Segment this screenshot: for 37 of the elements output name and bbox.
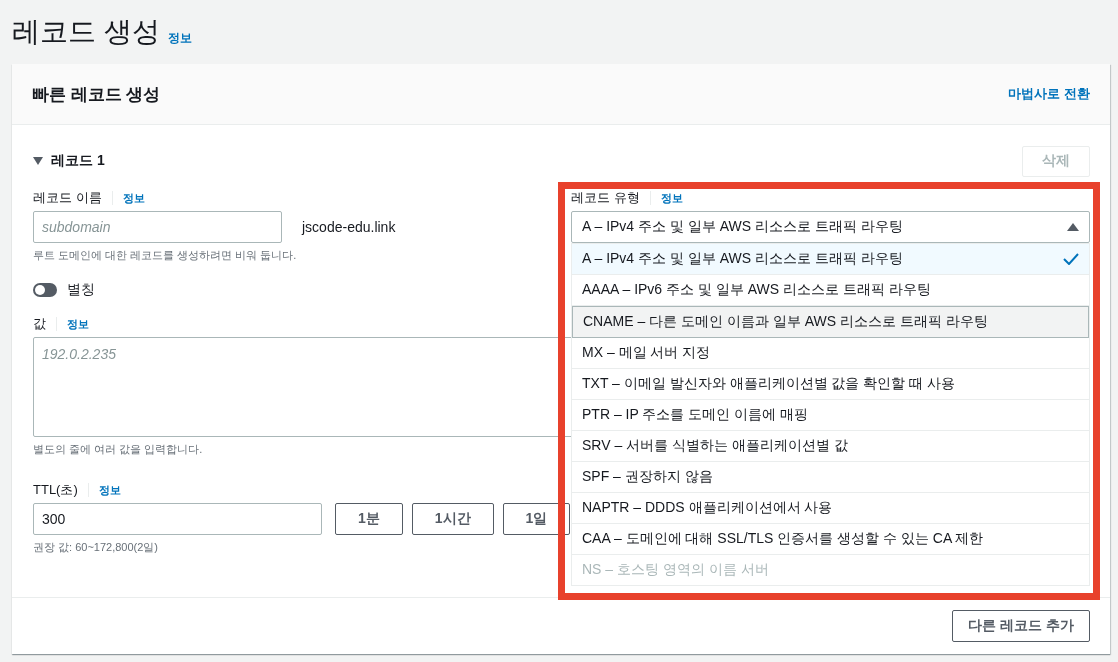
field-hint: 권장 값: 60~172,800(2일) [33,540,159,555]
add-record-button[interactable]: 다른 레코드 추가 [952,610,1090,642]
dropdown-option[interactable]: SPF – 권장하지 않음 [572,462,1089,493]
record-toggle[interactable]: 레코드 1 [33,152,105,170]
dropdown-option[interactable]: MX – 메일 서버 지정 [572,338,1089,369]
dropdown-option[interactable]: SRV – 서버를 식별하는 애플리케이션별 값 [572,431,1089,462]
dropdown-option[interactable]: A – IPv4 주소 및 일부 AWS 리소스로 트래픽 라우팅 [572,244,1089,275]
dropdown-option[interactable]: TXT – 이메일 발신자와 애플리케이션별 값을 확인할 때 사용 [572,369,1089,400]
info-link[interactable]: 정보 [660,190,683,206]
info-link[interactable]: 정보 [98,482,121,498]
dropdown-option[interactable]: CAA – 도메인에 대해 SSL/TLS 인증서를 생성할 수 있는 CA 제한 [572,524,1089,555]
info-link[interactable]: 정보 [67,316,89,332]
ttl-preset-button[interactable]: 1분 [335,503,403,535]
info-link[interactable]: 정보 [167,24,192,52]
record-name-field[interactable]: subdomain [33,211,282,243]
page-title: 레코드 생성 [12,15,160,49]
record-type-dropdown[interactable]: A – IPv4 주소 및 일부 AWS 리소스로 트래픽 라우팅 [571,211,1090,243]
field-label: 레코드 이름 [33,189,102,207]
ttl-field[interactable]: 300 [33,503,322,535]
field-label: 값 [33,315,46,333]
caret-icon [33,157,43,165]
card-title: 빠른 레코드 생성 [32,83,161,106]
field-hint: 별도의 줄에 여러 값을 입력합니다. [33,442,203,457]
check-icon [1063,253,1079,265]
domain-suffix: jscode-edu.link [302,219,396,235]
caret-icon [1067,223,1079,231]
ttl-preset-button[interactable]: 1시간 [411,503,494,535]
dropdown-option[interactable]: PTR – IP 주소를 도메인 이름에 매핑 [572,400,1089,431]
alias-toggle[interactable] [33,283,57,297]
dropdown-option[interactable]: CNAME – 다른 도메인 이름과 일부 AWS 리소스로 트래픽 라우팅 [572,306,1089,338]
field-label: TTL(초) [33,481,78,499]
toggle-label: 별칭 [67,281,95,299]
dropdown-option[interactable]: NAPTR – DDDS 애플리케이션에서 사용 [572,493,1089,524]
wizard-switch-link[interactable]: 마법사로 전환 [1008,85,1090,103]
field-hint: 루트 도메인에 대한 레코드를 생성하려면 비워 둡니다. [33,248,297,263]
info-link[interactable]: 정보 [122,190,145,206]
field-label: 레코드 유형 [571,189,640,207]
